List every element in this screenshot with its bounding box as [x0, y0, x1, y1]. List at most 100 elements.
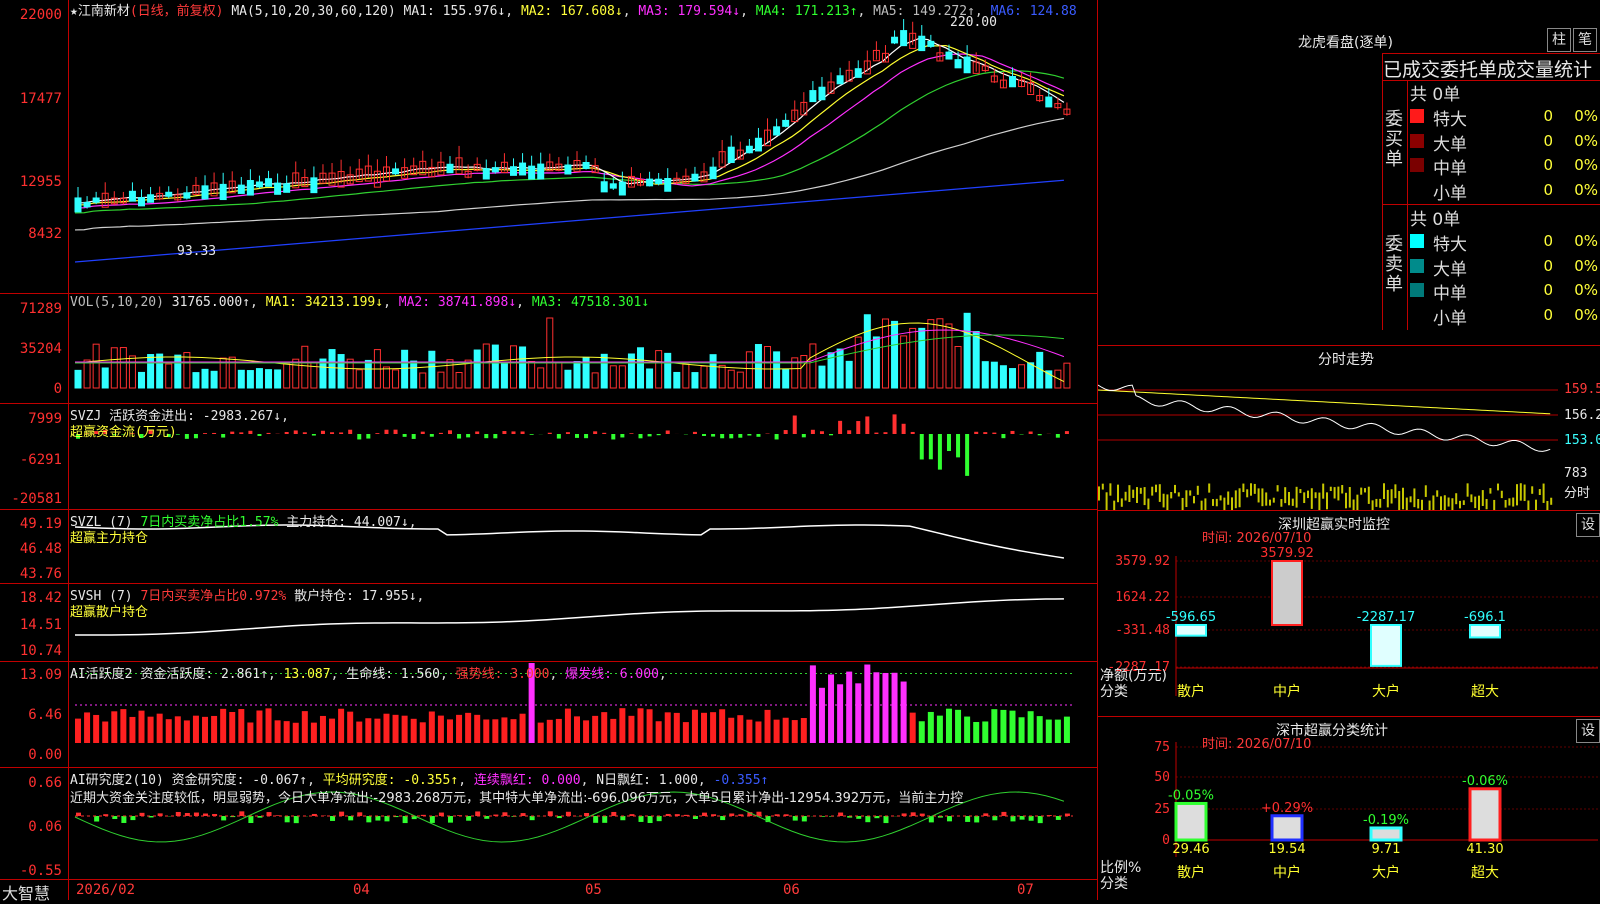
ai-research-panel[interactable]: 0.66 0.06 -0.55 AI研究度2(10) 资金研究度: -0.067… — [0, 767, 1097, 879]
activity-bar — [429, 711, 435, 743]
activity-bar — [302, 711, 308, 743]
x-axis-label: 2026/02 — [76, 882, 135, 898]
volume-bar — [991, 362, 997, 388]
intraday-panel[interactable]: 分时走势 159.5 156.2 153.0 783 分时 — [1098, 346, 1600, 511]
monitor-time: 时间: 2026/07/10 — [1202, 527, 1311, 546]
research-bar — [384, 816, 389, 821]
candle-body — [1009, 77, 1015, 87]
intraday-volume-bar — [1155, 485, 1157, 493]
monitor-category: 散户 — [1177, 683, 1205, 700]
period-label[interactable]: (日线，前复权) — [130, 4, 224, 19]
activity-bar — [1064, 717, 1070, 743]
volume-bar — [175, 355, 181, 388]
classify-panel[interactable]: 深市超赢分类统计 设 7550250-0.05%29.46散户+0.29%19.… — [1098, 717, 1600, 900]
intraday-chart[interactable] — [1098, 370, 1568, 510]
classify-axis-tick: 75 — [1154, 740, 1170, 755]
volume-panel[interactable]: 71289 35204 0 VOL(5,10,20) 31765.000↑, M… — [0, 293, 1097, 404]
fund-flow-bar — [412, 434, 416, 439]
tick-view-button[interactable]: 笔 — [1573, 28, 1597, 52]
fund-flow-bar — [439, 433, 443, 434]
candle-body — [84, 202, 90, 206]
intraday-volume-bar — [1486, 499, 1488, 509]
classify-chart[interactable]: 7550250-0.05%29.46散户+0.29%19.54中户-0.19%9… — [1098, 717, 1600, 900]
volume-bar — [157, 354, 163, 388]
intraday-volume-bar — [1444, 495, 1446, 510]
activity-bar — [356, 722, 362, 743]
classify-category: 散户 — [1177, 864, 1205, 881]
candlestick-chart[interactable] — [0, 0, 1097, 293]
fund-flow-bar — [375, 433, 379, 434]
volume-bar — [102, 368, 108, 388]
intraday-volume-bar — [1543, 484, 1545, 503]
intraday-price-line — [1098, 385, 1550, 451]
fund-flow-bar — [493, 434, 497, 438]
monitor-bar-value: -696.1 — [1464, 610, 1506, 625]
fund-flow-bar — [257, 434, 261, 436]
svzl-axis-tick: 46.48 — [2, 541, 62, 557]
activity-bar — [574, 716, 580, 743]
classify-change: -0.06% — [1462, 774, 1508, 789]
fund-flow-bar — [511, 431, 515, 434]
intraday-volume-bar — [1501, 491, 1503, 498]
activity-bar — [910, 713, 916, 743]
volume-bar — [873, 337, 879, 388]
intraday-volume-bar — [1421, 500, 1423, 510]
svzj-panel[interactable]: 7999 -6291 -20581 SVZJ 活跃资金进出: -2983.267… — [0, 403, 1097, 510]
lhb-panel[interactable]: 龙虎看盘(逐单) 柱 笔 已成交委托单成交量统计 委买单 共 0单 特大00%大… — [1098, 0, 1600, 346]
price-panel[interactable]: 22000 17477 12955 8432 ★江南新材(日线，前复权) MA(… — [0, 0, 1097, 294]
fund-flow-bar — [729, 434, 733, 438]
research-bar — [348, 816, 353, 820]
candle-body — [955, 60, 961, 68]
activity-bar — [1009, 711, 1015, 743]
fund-flow-bar — [421, 432, 425, 434]
activity-bar — [601, 712, 607, 743]
intraday-volume-bar — [1231, 497, 1233, 510]
brand-logo[interactable]: 大智慧 — [2, 880, 50, 904]
ai-activity-v5: 爆发线: 6.000 — [565, 667, 659, 682]
sell-label: 中单 — [1433, 279, 1467, 304]
activity-bar — [628, 716, 634, 743]
fund-flow-bar — [802, 434, 806, 437]
price-axis-tick: 17477 — [2, 91, 62, 107]
classify-axis-tick: 0 — [1162, 833, 1170, 848]
intraday-volume-bar — [1379, 499, 1381, 508]
fund-flow-bar — [1010, 431, 1014, 434]
classify-value: 29.46 — [1172, 842, 1209, 857]
fund-flow-bar — [185, 434, 189, 439]
intraday-volume-bar — [1391, 489, 1393, 503]
activity-bar — [311, 723, 317, 743]
ma-params: MA(5,10,20,30,60,120) — [231, 4, 395, 19]
activity-bar — [1028, 711, 1034, 743]
activity-bar — [1000, 710, 1006, 743]
fund-flow-bar — [339, 432, 343, 434]
activity-bar — [157, 714, 163, 743]
fund-flow-bar — [829, 434, 833, 435]
sell-side-block: 委卖单 共 0单 特大00%大单00%中单00%小单00% — [1382, 205, 1600, 330]
vol-ma3-value: MA3: 47518.301↓ — [532, 295, 649, 310]
research-bar — [366, 816, 371, 822]
activity-bar — [728, 718, 734, 743]
monitor-category: 大户 — [1372, 683, 1400, 700]
intraday-volume-bar — [1360, 488, 1362, 495]
stock-name[interactable]: 江南新材 — [78, 4, 130, 19]
ai-research-v5: -0.355↑ — [714, 773, 769, 788]
lhb-header-row: 已成交委托单成交量统计 — [1382, 53, 1600, 81]
activity-bar — [901, 682, 907, 743]
x-axis-label: 06 — [783, 882, 800, 898]
monitor-chart[interactable]: 3579.921624.22-331.48-2287.17-596.65散户35… — [1098, 511, 1600, 716]
monitor-panel[interactable]: 深圳超赢实时监控 设 3579.921624.22-331.48-2287.17… — [1098, 511, 1600, 717]
volume-bar — [266, 370, 272, 388]
volume-bar — [665, 353, 671, 388]
volume-bar — [84, 360, 90, 388]
svzl-panel[interactable]: 49.19 46.48 43.76 SVZL (7) 7日内买卖净占比1.57%… — [0, 509, 1097, 584]
intraday-volume-bar — [1223, 498, 1225, 510]
fund-flow-bar — [312, 434, 316, 436]
candle-body — [220, 184, 226, 199]
bar-view-button[interactable]: 柱 — [1547, 28, 1571, 52]
volume-label: VOL(5,10,20) — [70, 295, 164, 310]
candle-body — [256, 182, 262, 187]
svzl-desc1: 7日内买卖净占比1.57% — [140, 515, 278, 530]
ai-activity-panel[interactable]: 13.09 6.46 0.00 AI活跃度2 资金活跃度: 2.861↑, 13… — [0, 661, 1097, 768]
intraday-volume-bar — [1178, 492, 1180, 496]
svsh-panel[interactable]: 18.42 14.51 10.74 SVSH (7) 7日内买卖净占比0.972… — [0, 583, 1097, 662]
